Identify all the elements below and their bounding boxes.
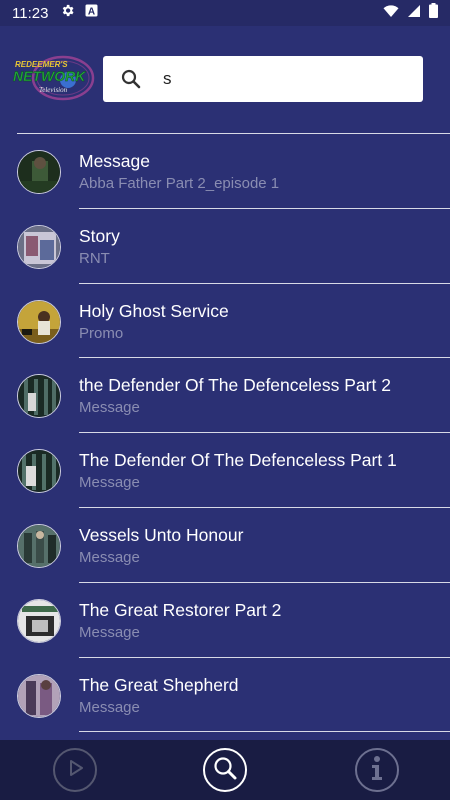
item-subtitle: Message [79,623,140,641]
item-title: the Defender Of The Defenceless Part 2 [79,375,391,396]
list-item[interactable]: Holy Ghost Service Promo [0,284,450,359]
info-icon [370,755,384,786]
info-button[interactable] [355,748,399,792]
item-title: The Great Restorer Part 2 [79,599,282,620]
item-title: Message [79,151,151,171]
item-title: The Great Shepherd [79,674,239,695]
app-logo: REDEEMER'S NETWORK Television [13,54,95,102]
item-subtitle: Message [79,548,140,566]
thumbnail [17,150,61,194]
thumbnail [17,523,61,568]
list-item[interactable]: The Great Shepherd Message [0,658,450,733]
item-subtitle: Message [79,698,140,716]
search-icon [212,755,238,786]
list-item[interactable]: Story RNT [0,209,450,284]
thumbnail [17,598,61,643]
svg-text:A: A [88,7,95,18]
item-subtitle: Promo [79,324,124,342]
wifi-icon [383,4,399,23]
battery-icon [429,3,438,23]
list-item[interactable]: The Defender Of The Defenceless Part 1 M… [0,433,450,508]
item-title: Holy Ghost Service [79,300,229,321]
bottom-nav [0,740,450,800]
list-item[interactable]: The Great Restorer Part 2 Message [0,583,450,658]
play-icon [65,758,85,783]
thumbnail [17,673,61,718]
thumbnail [17,449,61,494]
item-subtitle: Abba Father Part 2_episode 1 [79,175,280,192]
item-subtitle: Message [79,399,140,417]
status-bar: 11:23 A [0,0,450,26]
svg-text:Television: Television [39,86,68,94]
item-subtitle: Message [79,474,140,492]
gear-icon [60,3,75,23]
item-subtitle: RNT [79,249,110,267]
item-title: The Defender Of The Defenceless Part 1 [79,450,397,471]
header: REDEEMER'S NETWORK Television [0,26,450,134]
thumbnail [17,299,61,344]
search-tab-button[interactable] [203,748,247,792]
a-badge-icon: A [85,4,98,22]
play-button[interactable] [53,748,97,792]
list-item[interactable]: Vessels Unto Honour Message [0,508,450,583]
results-list[interactable]: Message Abba Father Part 2_episode 1 Sto… [0,134,450,733]
divider [79,731,450,733]
list-item[interactable]: Message Abba Father Part 2_episode 1 [0,134,450,209]
search-bar[interactable] [103,56,423,102]
svg-text:NETWORK: NETWORK [13,68,86,84]
search-icon[interactable] [121,69,141,89]
item-title: Vessels Unto Honour [79,524,244,545]
list-item[interactable]: the Defender Of The Defenceless Part 2 M… [0,358,450,434]
thumbnail [17,374,61,419]
search-input[interactable] [163,69,403,89]
item-title: Story [79,225,120,246]
signal-icon [407,4,421,23]
thumbnail [17,224,61,269]
status-time: 11:23 [12,4,49,22]
